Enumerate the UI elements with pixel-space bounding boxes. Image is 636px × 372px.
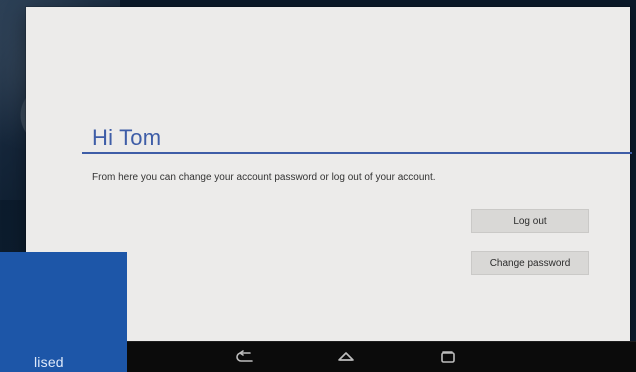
screenshot-root: Hi Tom From here you can change your acc… [0, 0, 636, 372]
page-title: Hi Tom [92, 125, 162, 150]
home-button[interactable] [333, 349, 359, 365]
title-divider [82, 152, 632, 154]
back-icon [236, 350, 253, 362]
back-button[interactable] [232, 349, 258, 365]
recents-icon [441, 351, 455, 363]
home-icon [338, 352, 354, 361]
overlay-blue-panel: lised [0, 252, 127, 372]
overlay-partial-text: lised [34, 354, 64, 370]
account-info-text: From here you can change your account pa… [92, 172, 436, 183]
recents-button[interactable] [434, 349, 460, 365]
logout-button[interactable]: Log out [471, 209, 589, 233]
change-password-button[interactable]: Change password [471, 251, 589, 275]
